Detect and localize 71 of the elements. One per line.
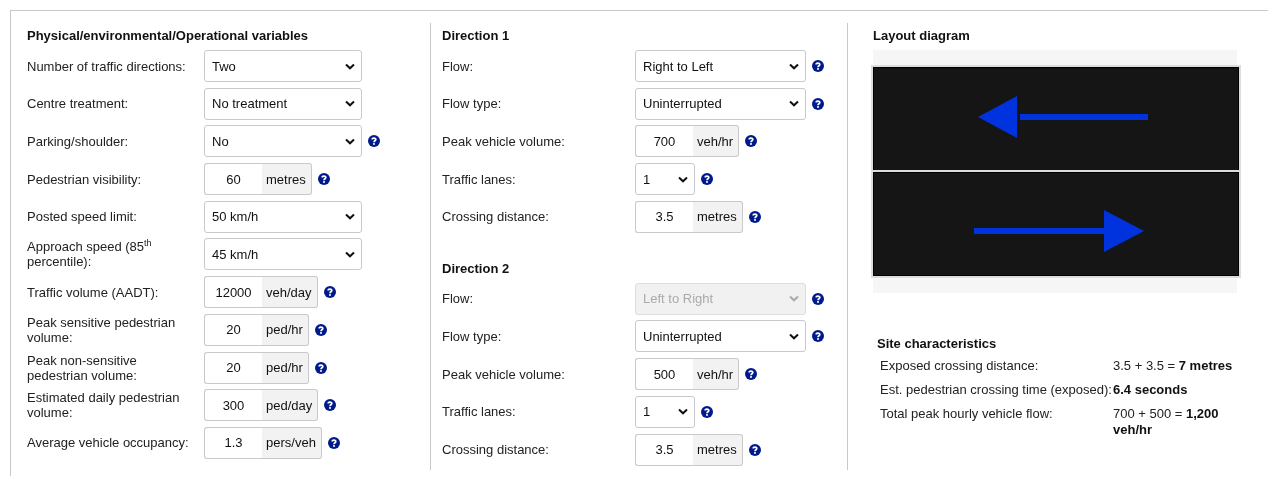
section-heading: Direction 1 <box>442 28 511 44</box>
help-icon[interactable] <box>324 399 337 412</box>
field-label: Peak sensitive pedestrian volume: <box>27 314 177 345</box>
caret-icon <box>789 332 799 340</box>
caret-icon <box>789 295 799 303</box>
help-icon[interactable] <box>314 361 327 374</box>
help-icon[interactable] <box>812 60 824 72</box>
field-label: Crossing distance: <box>442 209 550 225</box>
caret-icon <box>789 100 799 108</box>
help-icon[interactable] <box>317 173 330 186</box>
dropdown[interactable]: 1 <box>635 163 695 196</box>
section-heading: Layout diagram <box>873 28 971 44</box>
caret-icon <box>345 137 355 145</box>
help-icon[interactable] <box>745 368 758 381</box>
help-icon[interactable] <box>812 97 824 110</box>
caret-icon <box>678 175 688 183</box>
caret-icon <box>345 213 355 221</box>
dropdown[interactable]: Right to Left <box>635 50 806 82</box>
site-label: Total peak hourly vehicle flow: <box>880 406 1054 423</box>
dropdown[interactable]: Uninterrupted <box>635 87 806 120</box>
field-label: Pedestrian visibility: <box>27 171 143 187</box>
help-icon[interactable] <box>812 330 824 343</box>
dropdown[interactable]: No treatment <box>204 87 362 120</box>
field-label: Peak vehicle volume: <box>442 133 566 149</box>
help-icon[interactable] <box>748 443 761 456</box>
help-icon[interactable] <box>368 135 380 148</box>
section-heading: Physical/environmental/Operational variables <box>27 28 310 44</box>
site-value: 3.5 + 3.5 = 7 metres <box>1113 358 1234 374</box>
left-arrow-icon <box>978 96 1148 138</box>
site-value: 700 + 500 = 1,200 veh/hr <box>1113 406 1220 438</box>
field-label: Flow type: <box>442 328 503 344</box>
field-label: Traffic lanes: <box>442 404 517 420</box>
caret-icon <box>789 62 799 70</box>
site-label: Est. pedestrian crossing time (exposed): <box>880 382 1113 398</box>
field-label: Traffic volume (AADT): <box>27 284 160 300</box>
dropdown[interactable]: 45 km/h <box>204 238 362 271</box>
dropdown[interactable]: Two <box>204 50 362 82</box>
field-label: Flow type: <box>442 96 503 112</box>
field-label: Traffic lanes: <box>442 171 517 187</box>
section-heading: Site characteristics <box>877 336 998 352</box>
caret-icon <box>345 250 355 258</box>
help-icon[interactable] <box>701 405 713 418</box>
help-icon[interactable] <box>745 135 758 148</box>
help-icon[interactable] <box>701 173 713 186</box>
help-icon[interactable] <box>323 286 336 299</box>
field-label: Number of traffic directions: <box>27 58 187 74</box>
right-arrow-icon <box>974 210 1144 252</box>
dropdown[interactable]: 50 km/h <box>204 200 362 233</box>
field-label: Centre treatment: <box>27 96 130 112</box>
caret-icon <box>345 62 355 70</box>
field-label: Crossing distance: <box>442 442 550 457</box>
section-heading: Direction 2 <box>442 260 511 277</box>
field-label: Peak vehicle volume: <box>442 366 566 382</box>
caret-icon <box>345 100 355 108</box>
dropdown[interactable]: No <box>204 125 362 158</box>
dropdown[interactable]: Uninterrupted <box>635 320 806 353</box>
dropdown[interactable]: 1 <box>635 395 695 428</box>
caret-icon <box>678 408 688 416</box>
field-label: Posted speed limit: <box>27 209 138 225</box>
help-icon[interactable] <box>327 436 340 449</box>
field-label: Flow: <box>442 291 475 307</box>
help-icon[interactable] <box>314 323 327 336</box>
field-label: Estimated daily pedestrian volume: <box>27 390 181 421</box>
field-label: Approach speed (85$^{th}$ percentile): <box>27 239 153 270</box>
field-label: Parking/shoulder: <box>27 133 130 149</box>
field-label: Peak non-sensitive pedestrian volume: <box>27 352 138 383</box>
site-value: 6.4 seconds <box>1113 382 1189 398</box>
field-label: Average vehicle occupancy: <box>27 435 190 451</box>
help-icon[interactable] <box>748 210 761 223</box>
field-label: Flow: <box>442 58 475 74</box>
site-label: Exposed crossing distance: <box>880 358 1040 374</box>
